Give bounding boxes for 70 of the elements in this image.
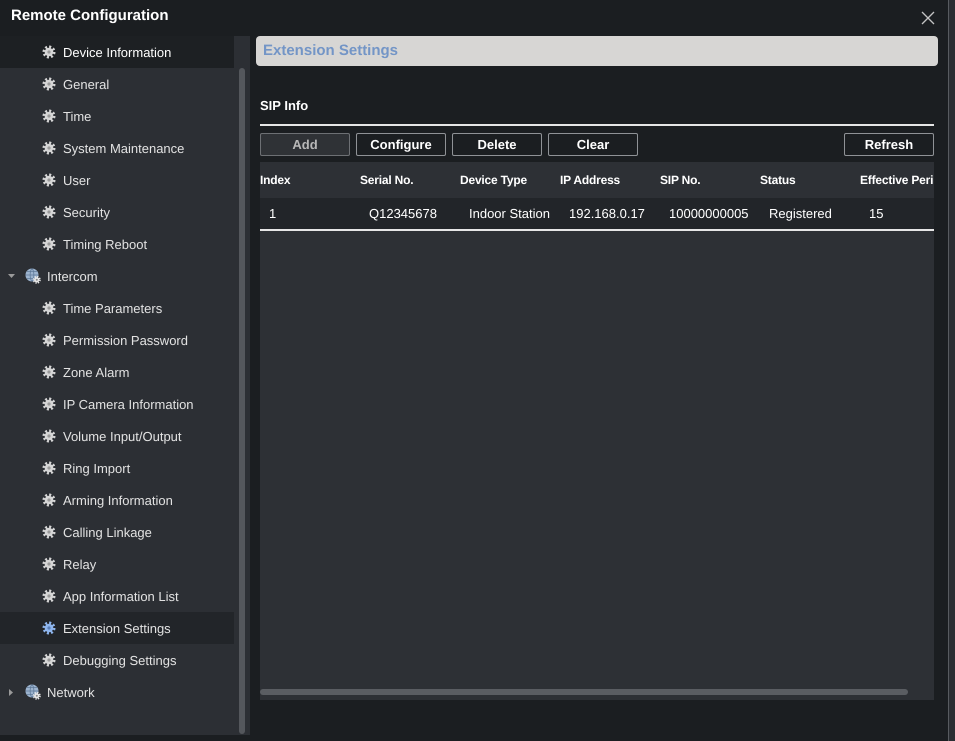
- close-icon: [921, 11, 935, 25]
- gear-icon: [42, 621, 56, 635]
- column-header[interactable]: SIP No.: [660, 173, 760, 187]
- gear-icon: [42, 429, 56, 443]
- gear-icon: [42, 653, 56, 667]
- table-cell-text: 15: [868, 206, 884, 221]
- gear-icon: [42, 525, 56, 539]
- caret-icon[interactable]: [8, 274, 15, 278]
- table-cell-text: 192.168.0.17: [568, 206, 646, 221]
- sidebar-group[interactable]: Network: [0, 676, 234, 708]
- column-header[interactable]: Effective Peri: [860, 173, 934, 187]
- table-cell-text: Indoor Station: [468, 206, 551, 221]
- sidebar-item[interactable]: User: [0, 164, 234, 196]
- window-title: Remote Configuration: [11, 7, 168, 25]
- gear-icon: [42, 557, 56, 571]
- sidebar-item[interactable]: App Information List: [0, 580, 234, 612]
- gear-icon: [42, 109, 56, 123]
- sidebar-scrollbar[interactable]: [239, 68, 245, 734]
- table-cell-text: Registered: [768, 206, 833, 221]
- table-cell-text: 1: [268, 206, 278, 221]
- sidebar-item[interactable]: IP Camera Information: [0, 388, 234, 420]
- sidebar-item[interactable]: Time Parameters: [0, 292, 234, 324]
- gear-icon: [42, 333, 56, 347]
- table-cell-text: 10000000005: [668, 206, 750, 221]
- close-button[interactable]: [921, 11, 935, 25]
- sidebar-item[interactable]: Calling Linkage: [0, 516, 234, 548]
- sidebar-group[interactable]: Intercom: [0, 260, 234, 292]
- sidebar-item[interactable]: Timing Reboot: [0, 228, 234, 260]
- panel-header: Extension Settings: [256, 36, 938, 66]
- gear-icon: [42, 173, 56, 187]
- sidebar-item[interactable]: Zone Alarm: [0, 356, 234, 388]
- sidebar-item[interactable]: Permission Password: [0, 324, 234, 356]
- toolbar-button[interactable]: Delete: [452, 133, 542, 156]
- gear-icon: [42, 589, 56, 603]
- sidebar-item[interactable]: Security: [0, 196, 234, 228]
- refresh-button[interactable]: Refresh: [844, 133, 934, 156]
- gear-icon: [42, 237, 56, 251]
- sidebar-item[interactable]: Relay: [0, 548, 234, 580]
- gear-icon: [42, 141, 56, 155]
- sidebar-item[interactable]: Ring Import: [0, 452, 234, 484]
- toolbar-button[interactable]: Configure: [356, 133, 446, 156]
- column-header[interactable]: Device Type: [460, 173, 560, 187]
- gear-icon: [42, 77, 56, 91]
- sidebar-item[interactable]: Device Information: [0, 36, 234, 68]
- globe-gear-icon: [25, 268, 41, 284]
- column-header[interactable]: Serial No.: [360, 173, 460, 187]
- sidebar-item[interactable]: Volume Input/Output: [0, 420, 234, 452]
- toolbar-button[interactable]: Clear: [548, 133, 638, 156]
- gear-icon: [42, 461, 56, 475]
- section-title: SIP Info: [260, 98, 308, 114]
- column-header[interactable]: Index: [260, 173, 360, 187]
- sidebar-item[interactable]: Debugging Settings: [0, 644, 234, 676]
- column-header[interactable]: IP Address: [560, 173, 660, 187]
- gear-icon: [42, 365, 56, 379]
- gear-icon: [42, 397, 56, 411]
- gear-icon: [42, 205, 56, 219]
- column-header[interactable]: Status: [760, 173, 860, 187]
- sidebar-item[interactable]: General: [0, 68, 234, 100]
- globe-gear-icon: [25, 684, 41, 700]
- sidebar-item[interactable]: Time: [0, 100, 234, 132]
- gear-icon: [42, 493, 56, 507]
- caret-icon[interactable]: [9, 688, 13, 696]
- table-cell-text: Q12345678: [368, 206, 438, 221]
- sidebar-item[interactable]: Extension Settings: [0, 612, 234, 644]
- gear-icon: [42, 301, 56, 315]
- horizontal-scrollbar[interactable]: [260, 689, 908, 695]
- sidebar-item[interactable]: System Maintenance: [0, 132, 234, 164]
- gear-icon: [42, 45, 56, 59]
- table-row[interactable]: 1 Q12345678 Indoor Station 192.168.0.17 10000000005 Registered 15: [260, 198, 934, 231]
- sidebar-item[interactable]: Arming Information: [0, 484, 234, 516]
